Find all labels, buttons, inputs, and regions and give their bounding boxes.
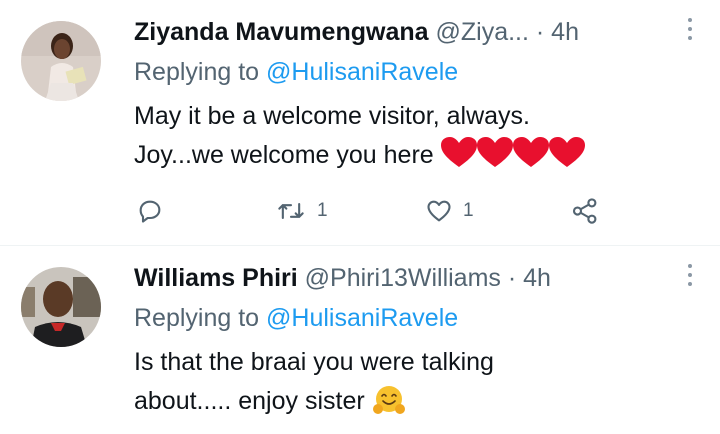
share-icon [572,198,597,224]
tweet-text-line: Joy...we welcome you here [134,136,694,175]
replying-to: Replying to @HulisaniRavele [134,300,458,336]
replying-to-label: Replying to [134,304,260,332]
tweet-text-line: about..... enjoy sister [134,382,694,421]
retweet-button[interactable]: 1 [275,193,328,229]
author-handle[interactable]: @Phiri13Williams [305,264,501,292]
tweet-text-line: May it be a welcome visitor, always. [134,102,530,130]
user-avatar-woman-icon [21,21,101,101]
retweet-icon [278,202,304,220]
reply-button[interactable] [136,193,164,229]
user-avatar-man-icon [21,267,101,347]
tweet-text: Is that the braai you were talking about… [134,343,694,421]
like-count: 1 [463,200,474,221]
replying-to-mention[interactable]: @HulisaniRavele [266,304,458,332]
retweet-count: 1 [317,200,328,221]
avatar[interactable] [21,267,101,347]
separator-dot: · [535,18,545,46]
red-heart-icon [440,137,585,167]
replying-to-label: Replying to [134,58,260,86]
reply-icon [139,200,161,223]
tweet-actions: 1 1 [134,193,614,229]
avatar[interactable] [21,21,101,101]
more-options-icon[interactable] [686,264,694,291]
heart-outline-icon [427,200,451,222]
tweet[interactable]: Williams Phiri @Phiri13Williams · 4h Rep… [0,246,720,434]
author-name[interactable]: Williams Phiri [134,264,298,292]
like-button[interactable]: 1 [425,193,474,229]
tweet-text: May it be a welcome visitor, always. Joy… [134,97,694,175]
tweet[interactable]: Ziyanda Mavumengwana @Ziya... · 4h Reply… [0,0,720,246]
tweet-header: Ziyanda Mavumengwana @Ziya... · 4h [134,14,680,50]
hugging-face-emoji [372,386,406,415]
heart-emoji [434,137,585,169]
hugging-face-icon [372,386,405,414]
timestamp[interactable]: 4h [551,18,579,46]
tweet-header: Williams Phiri @Phiri13Williams · 4h [134,260,680,296]
more-options-icon[interactable] [686,18,694,45]
author-handle[interactable]: @Ziya... [435,18,528,46]
share-button[interactable] [570,193,600,229]
timestamp[interactable]: 4h [523,264,551,292]
replying-to: Replying to @HulisaniRavele [134,54,458,90]
tweet-text-line: Is that the braai you were talking [134,348,494,376]
separator-dot: · [507,264,517,292]
author-name[interactable]: Ziyanda Mavumengwana [134,18,429,46]
replying-to-mention[interactable]: @HulisaniRavele [266,58,458,86]
